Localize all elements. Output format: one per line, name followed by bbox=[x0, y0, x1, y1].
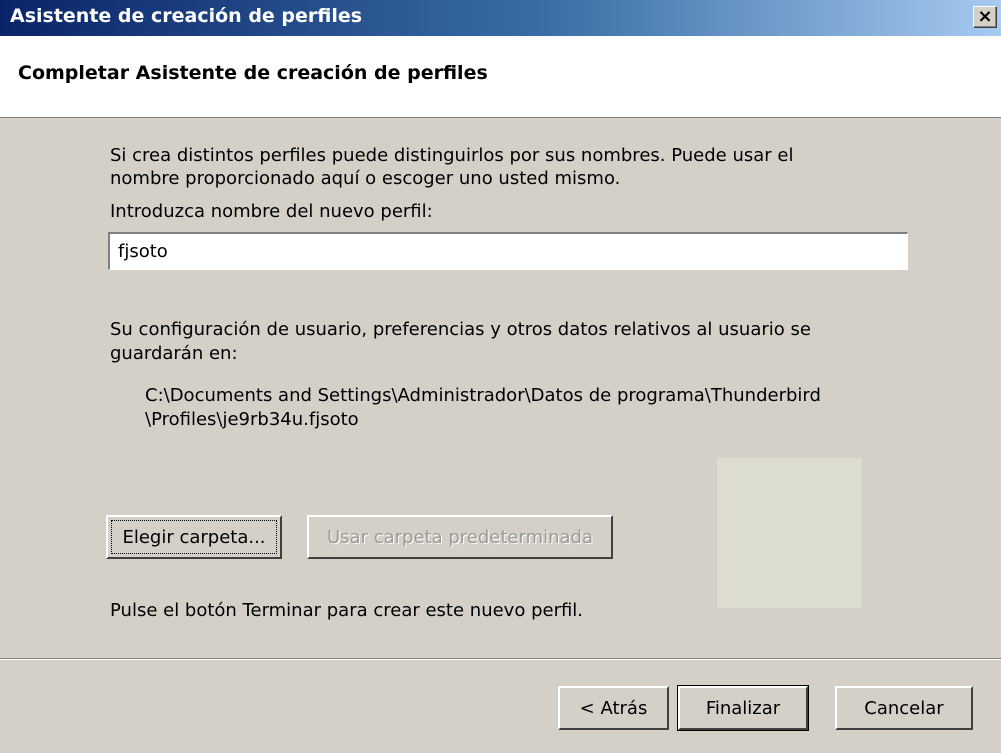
close-icon: × bbox=[977, 6, 993, 27]
choose-folder-label: Elegir carpeta... bbox=[122, 526, 266, 548]
cancel-button[interactable]: Cancelar bbox=[835, 686, 973, 730]
back-button[interactable]: < Atrás bbox=[558, 686, 669, 730]
finish-label: Finalizar bbox=[705, 697, 781, 719]
back-label: < Atrás bbox=[579, 697, 648, 719]
footer-separator bbox=[0, 658, 1001, 660]
profile-path-line2: \Profiles\je9rb34u.fjsoto bbox=[145, 409, 359, 430]
storage-text-line2: guardarán en: bbox=[110, 343, 238, 364]
use-default-folder-button[interactable]: Usar carpeta predeterminada bbox=[307, 515, 613, 559]
wizard-header: Completar Asistente de creación de perfi… bbox=[0, 36, 1001, 118]
storage-text-line1: Su configuración de usuario, preferencia… bbox=[110, 319, 811, 340]
profile-name-input[interactable] bbox=[108, 232, 908, 270]
page-title: Completar Asistente de creación de perfi… bbox=[18, 62, 488, 84]
title-bar[interactable]: Asistente de creación de perfiles × bbox=[0, 0, 1001, 36]
cancel-label: Cancelar bbox=[864, 697, 944, 719]
finish-hint-text: Pulse el botón Terminar para crear este … bbox=[110, 600, 584, 621]
intro-text-line2: nombre proporcionado aquí o escoger uno … bbox=[110, 168, 621, 189]
image-placeholder bbox=[717, 458, 862, 608]
window-title: Asistente de creación de perfiles bbox=[10, 5, 363, 27]
profile-name-label: Introduzca nombre del nuevo perfil: bbox=[110, 201, 433, 222]
choose-folder-button[interactable]: Elegir carpeta... bbox=[106, 515, 282, 559]
finish-button[interactable]: Finalizar bbox=[678, 686, 808, 730]
use-default-folder-label: Usar carpeta predeterminada bbox=[327, 526, 593, 548]
profile-path-line1: C:\Documents and Settings\Administrador\… bbox=[145, 385, 821, 406]
close-button[interactable]: × bbox=[973, 6, 997, 28]
